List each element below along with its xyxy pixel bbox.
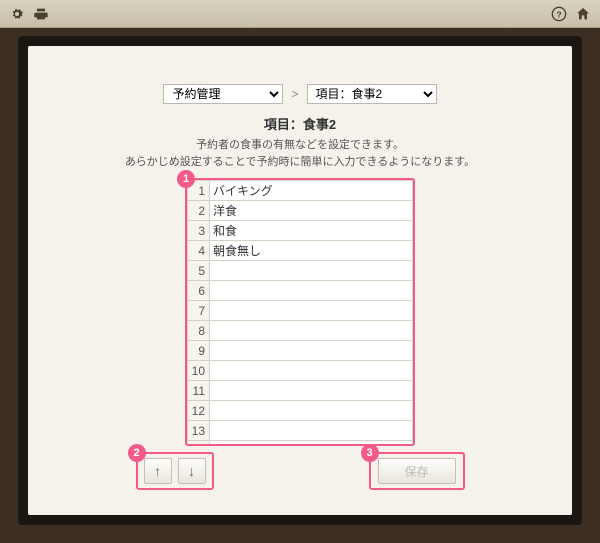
row-value[interactable] bbox=[210, 261, 413, 281]
row-number: 9 bbox=[188, 341, 210, 361]
row-number: 14 bbox=[188, 441, 210, 445]
table-row[interactable]: 12 bbox=[188, 401, 413, 421]
item-list-box: 1 1バイキング2洋食3和食4朝食無し56789101112131415 bbox=[185, 178, 415, 446]
row-value[interactable]: 洋食 bbox=[210, 201, 413, 221]
row-value[interactable] bbox=[210, 441, 413, 445]
row-value[interactable] bbox=[210, 421, 413, 441]
topbar: ? bbox=[0, 0, 600, 28]
move-up-button[interactable]: ↑ bbox=[144, 458, 172, 484]
row-number: 6 bbox=[188, 281, 210, 301]
callout-badge-1: 1 bbox=[177, 170, 195, 188]
row-value[interactable] bbox=[210, 281, 413, 301]
save-box: 3 保存 bbox=[369, 452, 465, 490]
table-row[interactable]: 11 bbox=[188, 381, 413, 401]
row-number: 2 bbox=[188, 201, 210, 221]
row-value[interactable]: 朝食無し bbox=[210, 241, 413, 261]
help-icon[interactable]: ? bbox=[550, 5, 568, 23]
row-value[interactable] bbox=[210, 361, 413, 381]
row-number: 3 bbox=[188, 221, 210, 241]
table-row[interactable]: 9 bbox=[188, 341, 413, 361]
row-value[interactable]: バイキング bbox=[210, 181, 413, 201]
row-value[interactable] bbox=[210, 341, 413, 361]
print-icon[interactable] bbox=[32, 5, 50, 23]
callout-badge-2: 2 bbox=[128, 444, 146, 462]
item-select[interactable]: 項目：食事2 bbox=[307, 84, 437, 104]
row-value[interactable] bbox=[210, 321, 413, 341]
row-value[interactable] bbox=[210, 301, 413, 321]
bottom-controls: 2 ↑ ↓ 3 保存 bbox=[68, 452, 532, 490]
row-number: 8 bbox=[188, 321, 210, 341]
row-number: 5 bbox=[188, 261, 210, 281]
gear-icon[interactable] bbox=[8, 5, 26, 23]
row-value[interactable] bbox=[210, 401, 413, 421]
item-table: 1バイキング2洋食3和食4朝食無し56789101112131415 bbox=[187, 180, 413, 444]
table-row[interactable]: 13 bbox=[188, 421, 413, 441]
home-icon[interactable] bbox=[574, 5, 592, 23]
table-row[interactable]: 5 bbox=[188, 261, 413, 281]
table-row[interactable]: 4朝食無し bbox=[188, 241, 413, 261]
save-button[interactable]: 保存 bbox=[378, 458, 456, 484]
table-row[interactable]: 6 bbox=[188, 281, 413, 301]
row-number: 4 bbox=[188, 241, 210, 261]
table-row[interactable]: 2洋食 bbox=[188, 201, 413, 221]
breadcrumb: 予約管理 > 項目：食事2 bbox=[68, 84, 532, 104]
breadcrumb-separator: > bbox=[291, 87, 298, 101]
item-list-scroll[interactable]: 1バイキング2洋食3和食4朝食無し56789101112131415 bbox=[187, 180, 413, 444]
category-select[interactable]: 予約管理 bbox=[163, 84, 283, 104]
table-row[interactable]: 8 bbox=[188, 321, 413, 341]
row-number: 12 bbox=[188, 401, 210, 421]
main-panel: 予約管理 > 項目：食事2 項目：食事2 予約者の食事の有無などを設定できます。… bbox=[28, 46, 572, 515]
row-value[interactable]: 和食 bbox=[210, 221, 413, 241]
row-number: 7 bbox=[188, 301, 210, 321]
move-down-button[interactable]: ↓ bbox=[178, 458, 206, 484]
reorder-box: 2 ↑ ↓ bbox=[136, 452, 214, 490]
row-value[interactable] bbox=[210, 381, 413, 401]
svg-text:?: ? bbox=[556, 9, 561, 19]
page-title: 項目：食事2 bbox=[68, 114, 532, 133]
table-row[interactable]: 7 bbox=[188, 301, 413, 321]
row-number: 10 bbox=[188, 361, 210, 381]
row-number: 13 bbox=[188, 421, 210, 441]
row-number: 11 bbox=[188, 381, 210, 401]
table-row[interactable]: 3和食 bbox=[188, 221, 413, 241]
page-description: 予約者の食事の有無などを設定できます。 あらかじめ設定することで予約時に簡単に入… bbox=[68, 137, 532, 170]
table-row[interactable]: 14 bbox=[188, 441, 413, 445]
callout-badge-3: 3 bbox=[361, 444, 379, 462]
outer-frame: 予約管理 > 項目：食事2 項目：食事2 予約者の食事の有無などを設定できます。… bbox=[18, 36, 582, 525]
table-row[interactable]: 10 bbox=[188, 361, 413, 381]
table-row[interactable]: 1バイキング bbox=[188, 181, 413, 201]
